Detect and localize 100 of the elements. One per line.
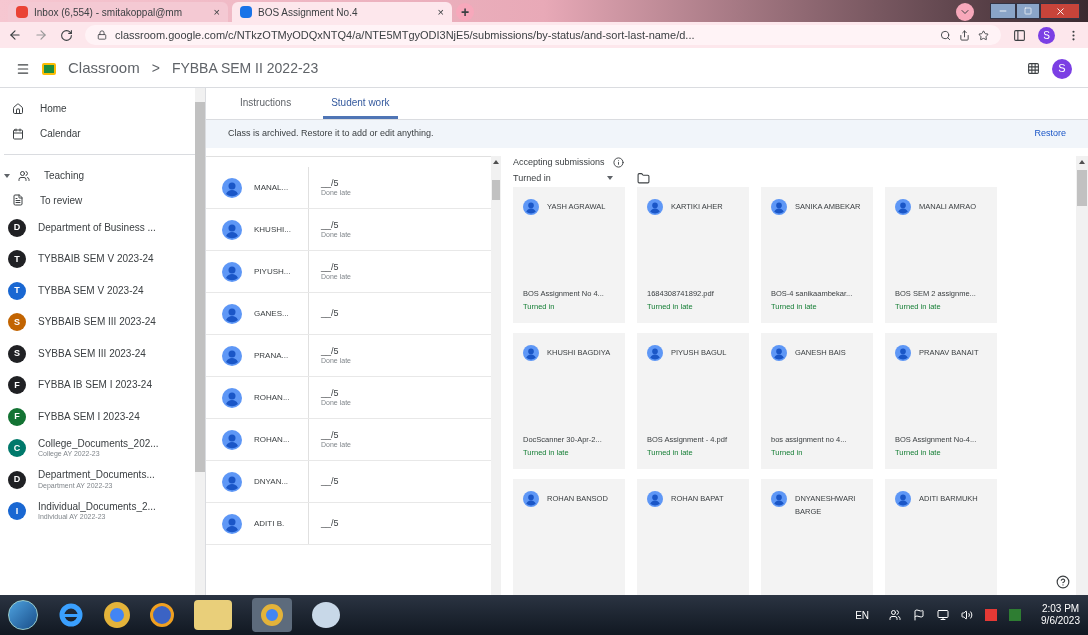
student-cell[interactable]: KHUSHI...: [206, 209, 309, 250]
class-avatar: S: [8, 344, 26, 363]
grade-text: __/5: [321, 387, 340, 399]
student-cell[interactable]: PIYUSH...: [206, 251, 309, 292]
avatar-icon: [771, 491, 787, 507]
class-link[interactable]: Department of Business ...: [38, 221, 156, 234]
share-icon[interactable]: [959, 29, 970, 41]
avatar-icon: [523, 491, 539, 507]
class-avatar: F: [8, 376, 26, 395]
avatar-icon: [222, 345, 242, 366]
class-link[interactable]: FYBBA SEM I 2023-24: [38, 410, 140, 423]
scroll-up-arrow-icon[interactable]: [1079, 160, 1085, 164]
class-link[interactable]: SYBBA SEM III 2023-24: [38, 347, 146, 360]
scroll-up-arrow-icon[interactable]: [493, 160, 499, 164]
people-icon[interactable]: [889, 609, 902, 621]
class-link[interactable]: Department_Documents...: [38, 469, 155, 482]
apps-icon[interactable]: [1027, 62, 1040, 75]
class-avatar: F: [8, 407, 26, 426]
avatar-icon: [647, 345, 663, 361]
class-title[interactable]: FYBBA SEM II 2022-23: [171, 58, 319, 79]
student-cell[interactable]: DNYAN...: [206, 461, 309, 502]
avatar-icon: [895, 491, 911, 507]
page-tab[interactable]: Instructions: [232, 88, 300, 119]
class-link[interactable]: SYBBAIB SEM III 2023-24: [38, 316, 156, 329]
student-cell[interactable]: ROHAN...: [206, 377, 309, 418]
address-field[interactable]: classroom.google.com/c/NTkzOTMyODQxNTQ4/a/NTE5MTgyODI3NjE5/submissions/by-status/and-sort-last-name/d...: [85, 25, 1001, 45]
class-avatar: T: [8, 250, 26, 269]
student-cell[interactable]: ROHAN...: [206, 419, 309, 460]
tab-title: Inbox (6,554) - smitakoppal@mm: [34, 5, 183, 20]
class-link[interactable]: Individual_Documents_2...: [38, 500, 156, 514]
class-link[interactable]: College_Documents_202...: [38, 437, 159, 451]
avatar-icon: [771, 345, 787, 361]
help-icon[interactable]: [1056, 575, 1070, 589]
class-link[interactable]: FYBBA IB SEM I 2023-24: [38, 379, 152, 392]
info-icon[interactable]: [612, 157, 624, 169]
breadcrumb-separator: >: [151, 59, 160, 78]
scrollbar-thumb[interactable]: [195, 102, 205, 472]
avatar-icon: [771, 199, 787, 215]
new-tab-button[interactable]: +: [456, 3, 474, 21]
app-tray-icon[interactable]: [985, 609, 998, 621]
favicon-icon: [240, 6, 252, 18]
app-title[interactable]: Classroom: [68, 57, 140, 80]
student-cell[interactable]: GANES...: [206, 293, 309, 334]
back-icon[interactable]: [8, 28, 22, 42]
avatar-icon: [222, 513, 242, 534]
class-avatar: S: [8, 313, 26, 332]
avatar-icon: [222, 387, 242, 408]
accepting-label: Accepting submissions: [513, 156, 605, 169]
student-cell[interactable]: ADITI B.: [206, 503, 309, 544]
grade-text: __/5: [321, 177, 340, 189]
scrollbar-thumb[interactable]: [492, 180, 500, 200]
bookmark-icon[interactable]: [978, 29, 989, 41]
account-avatar[interactable]: S: [1052, 58, 1072, 79]
grade-text: __/5: [321, 219, 340, 231]
restore-link[interactable]: Restore: [1034, 127, 1066, 141]
volume-icon[interactable]: [961, 609, 974, 621]
favicon-icon: [16, 6, 28, 18]
class-avatar: C: [8, 439, 26, 458]
scrollbar-thumb[interactable]: [1077, 170, 1087, 206]
avatar-icon: [222, 471, 242, 492]
menu-icon[interactable]: [16, 61, 30, 76]
class-avatar: T: [8, 281, 26, 300]
language-indicator[interactable]: EN: [855, 607, 870, 623]
student-cell[interactable]: MANAL...: [206, 167, 309, 208]
grade-text: __/5: [321, 517, 339, 530]
sidebar-item[interactable]: Teaching: [4, 163, 195, 188]
class-avatar: I: [8, 502, 26, 521]
student-cell[interactable]: PRANA...: [206, 335, 309, 376]
folder-icon[interactable]: [637, 171, 650, 185]
reload-icon[interactable]: [60, 28, 73, 42]
network-icon[interactable]: [937, 609, 950, 621]
sidebar-item[interactable]: Home: [4, 96, 195, 121]
close-icon[interactable]: [1040, 3, 1080, 19]
lock-icon: [97, 30, 107, 40]
tab-close-button[interactable]: ×: [437, 3, 444, 21]
class-link[interactable]: TYBBAIB SEM V 2023-24: [38, 253, 154, 266]
side-panel-icon[interactable]: [1013, 28, 1026, 42]
start-button[interactable]: [8, 600, 38, 630]
scrollbar[interactable]: [1076, 156, 1088, 595]
profile-avatar[interactable]: S: [1038, 26, 1055, 44]
grade-text: __/5: [321, 307, 339, 320]
maximize-icon[interactable]: [1016, 3, 1040, 19]
sidebar-item[interactable]: Calendar: [4, 121, 195, 146]
clock[interactable]: 2:03 PM 9/6/2023: [1041, 602, 1080, 628]
class-link[interactable]: TYBBA SEM V 2023-24: [38, 284, 144, 297]
zoom-icon[interactable]: [940, 29, 951, 41]
class-avatar: D: [8, 218, 26, 237]
app-tray-icon[interactable]: [1009, 609, 1022, 621]
minimize-icon[interactable]: [990, 3, 1016, 19]
scrollbar[interactable]: [491, 156, 501, 595]
avatar-icon: [222, 261, 242, 282]
sidebar-item[interactable]: To review: [4, 188, 195, 212]
browser-tab[interactable]: BOS Assignment No.4 ×: [232, 2, 452, 22]
flag-icon[interactable]: [913, 609, 926, 621]
filter-dropdown[interactable]: Turned in: [513, 171, 613, 185]
dropdown-arrow-icon: [607, 176, 613, 181]
scrollbar[interactable]: [195, 88, 205, 595]
avatar-icon: [647, 491, 663, 507]
avatar-icon: [895, 199, 911, 215]
tab-close-button[interactable]: ×: [213, 3, 220, 21]
